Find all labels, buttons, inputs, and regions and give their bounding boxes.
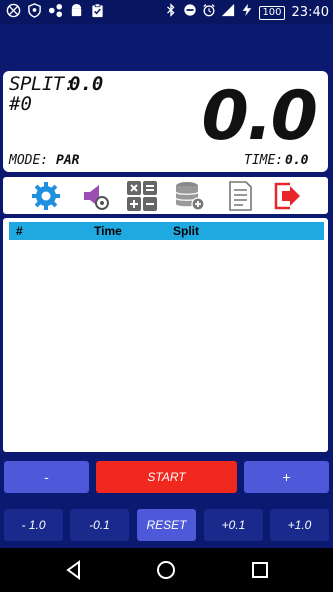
battery-level: 100 (259, 5, 285, 20)
column-header-split: Split (173, 224, 199, 238)
column-header-number: # (16, 224, 23, 238)
signal-icon (221, 3, 235, 22)
plus-button[interactable]: + (244, 461, 329, 493)
time-label: TIME: (244, 153, 284, 168)
database-add-icon[interactable] (174, 180, 206, 212)
exit-icon[interactable] (271, 180, 303, 212)
mode-value: PAR (56, 153, 80, 168)
plus-one-button[interactable]: +1.0 (270, 509, 329, 541)
android-icon (69, 3, 84, 23)
main-time: 0.0 (201, 77, 318, 156)
dnd-icon (183, 3, 197, 22)
reset-button[interactable]: RESET (137, 509, 196, 541)
bluetooth-icon (164, 3, 178, 22)
time-value: 0.0 (285, 153, 309, 168)
minus-button[interactable]: - (4, 461, 89, 493)
no-sim-icon (6, 3, 21, 23)
start-button[interactable]: START (96, 461, 237, 493)
shot-count: #0 (9, 93, 32, 115)
status-bar: 100 23:40 (0, 0, 333, 24)
split-label: SPLIT: (9, 73, 75, 95)
back-icon[interactable] (64, 560, 84, 580)
minus-tenth-button[interactable]: -0.1 (70, 509, 129, 541)
clipboard-check-icon (90, 3, 105, 23)
plus-tenth-button[interactable]: +0.1 (204, 509, 263, 541)
table-header: # Time Split (9, 222, 324, 240)
split-value: 0.0 (69, 73, 104, 95)
recents-icon[interactable] (250, 560, 270, 580)
notes-icon[interactable] (224, 180, 256, 212)
navigation-bar (0, 548, 333, 592)
home-icon[interactable] (156, 560, 176, 580)
sound-settings-icon[interactable] (80, 180, 112, 212)
status-clock: 23:40 (291, 5, 329, 20)
shield-icon (27, 3, 42, 23)
charging-icon (240, 3, 254, 22)
toolbar (3, 177, 328, 214)
calculator-icon[interactable] (126, 180, 158, 212)
alarm-icon (202, 3, 216, 22)
timer-display: SPLIT: 0.0 #0 0.0 MODE: PAR TIME: 0.0 (3, 71, 328, 172)
mode-label: MODE: (9, 153, 49, 168)
column-header-time: Time (94, 224, 122, 238)
settings-gear-icon[interactable] (30, 180, 62, 212)
minus-one-button[interactable]: - 1.0 (4, 509, 63, 541)
splits-table: # Time Split (3, 218, 328, 452)
share-icon (48, 3, 63, 23)
